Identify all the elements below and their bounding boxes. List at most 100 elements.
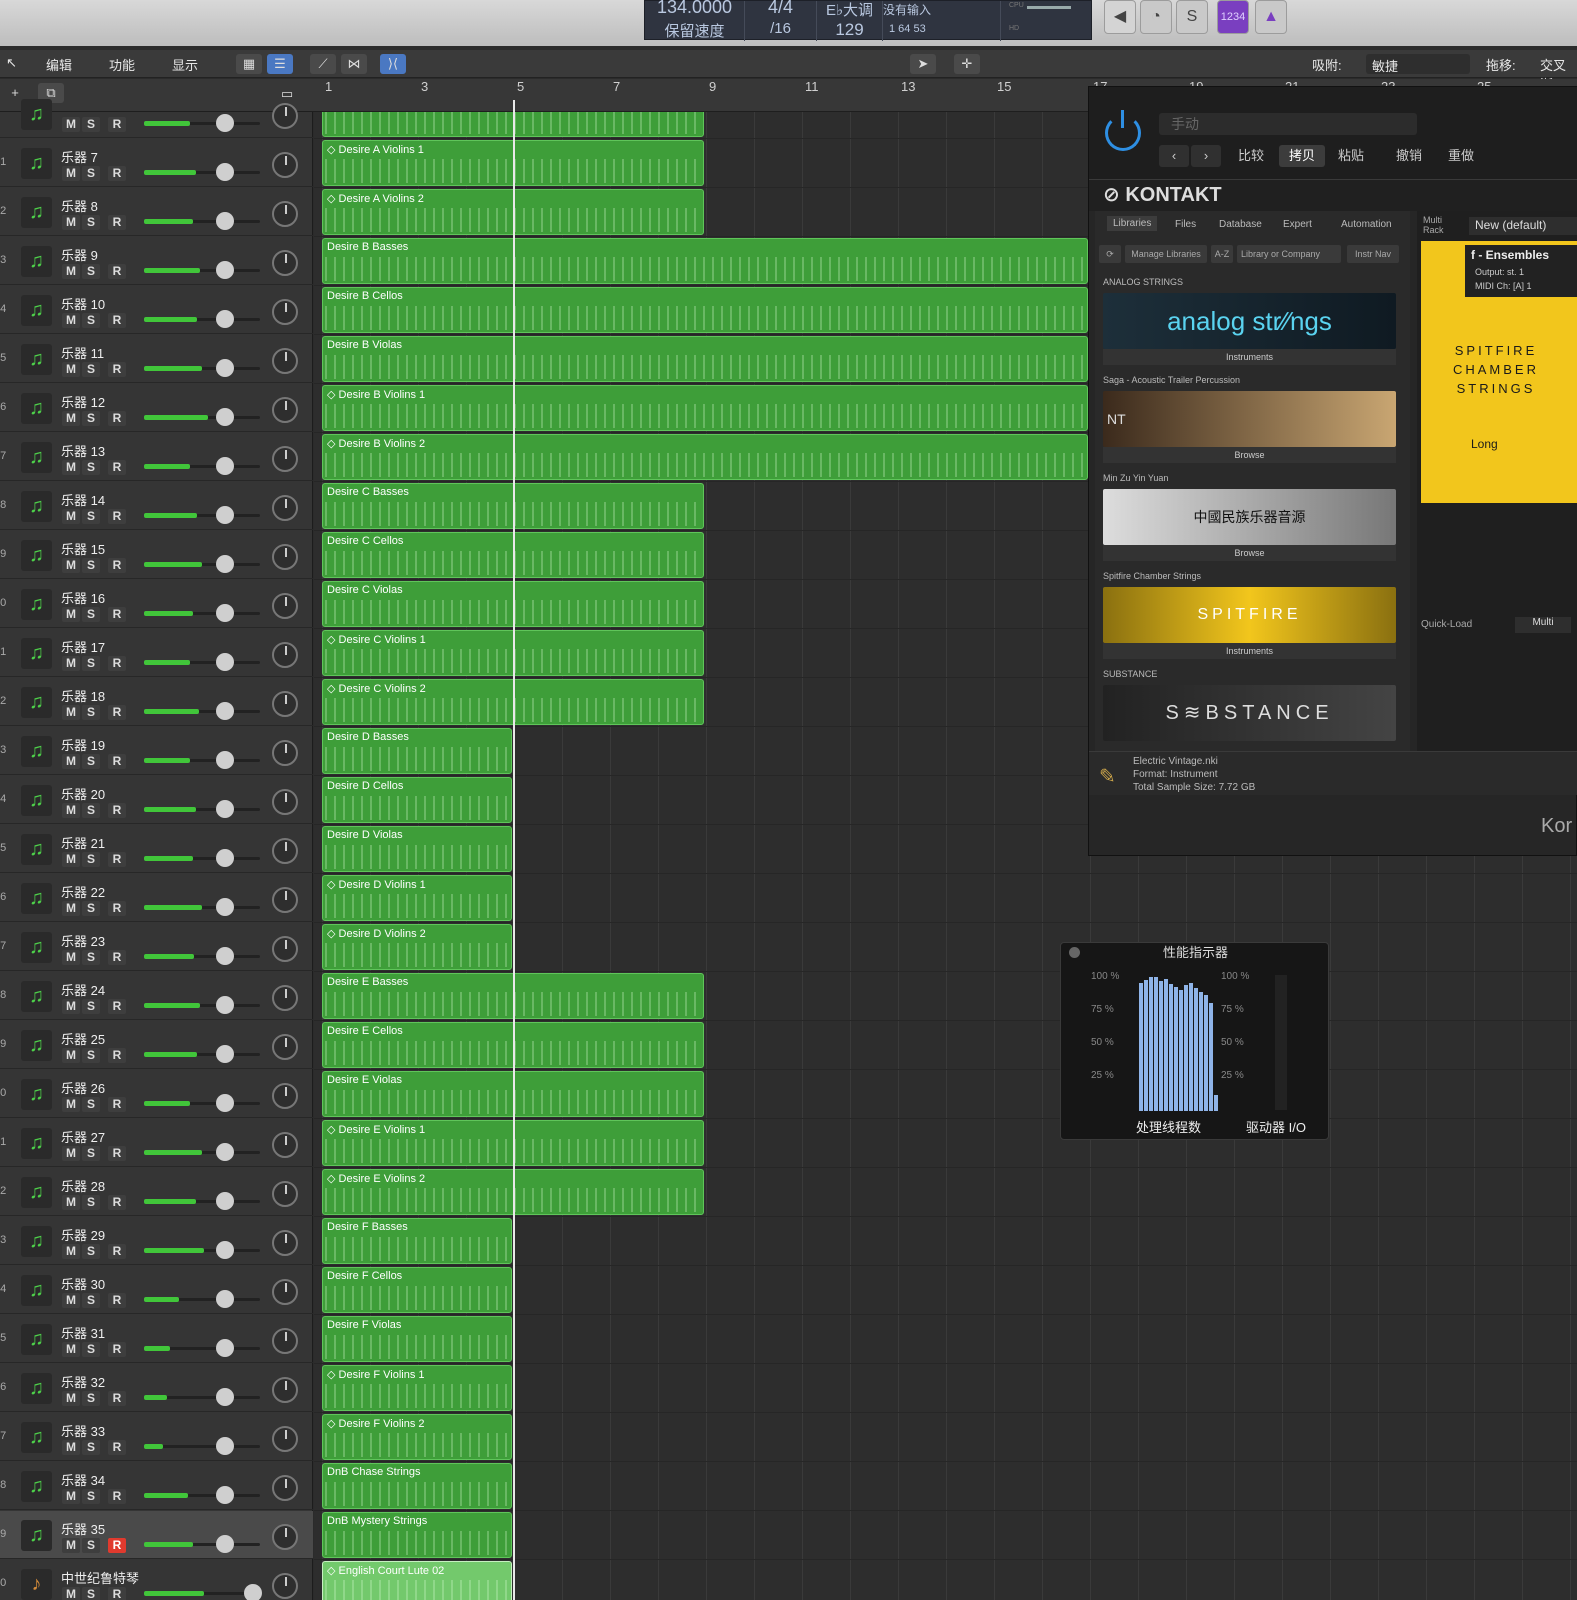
- volume-fader[interactable]: [144, 653, 260, 671]
- solo-button[interactable]: S: [82, 1146, 100, 1161]
- record-button[interactable]: R: [108, 1048, 126, 1063]
- volume-fader[interactable]: [144, 555, 260, 573]
- volume-fader[interactable]: [144, 1437, 260, 1455]
- music-note-icon[interactable]: ♫: [21, 442, 52, 473]
- record-button[interactable]: R: [108, 656, 126, 671]
- browser-tab[interactable]: Automation: [1341, 219, 1392, 230]
- track-header[interactable]: 46 ♫ 乐器 12MSR: [0, 384, 313, 432]
- crosshair-tool-icon[interactable]: ✛: [954, 54, 980, 74]
- sort-az-button[interactable]: A-Z: [1211, 245, 1233, 263]
- music-note-icon[interactable]: ♫: [21, 1177, 52, 1208]
- pan-knob[interactable]: [272, 152, 298, 178]
- solo-button[interactable]: S: [82, 362, 100, 377]
- music-note-icon[interactable]: ♫: [21, 589, 52, 620]
- cpu-meter[interactable]: CPU HD: [1000, 1, 1075, 41]
- track-name[interactable]: 乐器 8: [61, 196, 98, 215]
- music-note-icon[interactable]: ♫: [21, 148, 52, 179]
- midi-region[interactable]: ◇ Desire F Violins 2: [322, 1414, 512, 1460]
- volume-fader[interactable]: [144, 1094, 260, 1112]
- flex-icon[interactable]: ⋈: [341, 54, 367, 74]
- track-name[interactable]: 乐器 14: [61, 490, 105, 509]
- pan-knob[interactable]: [272, 691, 298, 717]
- track-header[interactable]: 59 ♫ 乐器 25MSR: [0, 1021, 313, 1069]
- record-button[interactable]: R: [108, 558, 126, 573]
- solo-button[interactable]: S: [82, 117, 100, 132]
- mute-button[interactable]: M: [62, 509, 80, 524]
- volume-fader[interactable]: [144, 457, 260, 475]
- solo-button[interactable]: S: [82, 705, 100, 720]
- pan-knob[interactable]: [272, 1573, 298, 1599]
- record-button[interactable]: R: [108, 999, 126, 1014]
- pan-knob[interactable]: [272, 397, 298, 423]
- edit-menu[interactable]: 编辑: [46, 55, 72, 74]
- track-name[interactable]: 乐器 9: [61, 245, 98, 264]
- volume-fader[interactable]: [144, 506, 260, 524]
- mute-button[interactable]: M: [62, 411, 80, 426]
- track-header[interactable]: 63 ♫ 乐器 29MSR: [0, 1217, 313, 1265]
- midi-region[interactable]: Desire F Basses: [322, 1218, 512, 1264]
- midi-channel-select[interactable]: MIDI Ch: [A] 1: [1475, 281, 1532, 291]
- record-button[interactable]: R: [108, 705, 126, 720]
- track-name[interactable]: 乐器 20: [61, 784, 105, 803]
- track-name[interactable]: 乐器 13: [61, 441, 105, 460]
- midi-region[interactable]: DnB Mystery Strings: [322, 1512, 512, 1558]
- fader-knob[interactable]: [216, 947, 234, 965]
- track-header[interactable]: 50 ♫ 乐器 16MSR: [0, 580, 313, 628]
- library-entry[interactable]: ANALOG STRINGS analog str∕∕ngs Instruments: [1103, 277, 1396, 365]
- track-name[interactable]: 乐器 26: [61, 1078, 105, 1097]
- track-header[interactable]: ♫ M S R: [0, 90, 313, 138]
- playhead[interactable]: [513, 100, 515, 1600]
- midi-region[interactable]: ◇ Desire F Violins 1: [322, 1365, 512, 1411]
- record-button[interactable]: R: [108, 1195, 126, 1210]
- solo-button[interactable]: S: [82, 411, 100, 426]
- mute-button[interactable]: M: [62, 607, 80, 622]
- solo-button[interactable]: S: [82, 1489, 100, 1504]
- mute-button[interactable]: M: [62, 1342, 80, 1357]
- music-note-icon[interactable]: ♫: [21, 1324, 52, 1355]
- fader-knob[interactable]: [216, 310, 234, 328]
- solo-button[interactable]: S: [82, 803, 100, 818]
- pan-knob[interactable]: [272, 1377, 298, 1403]
- mute-button[interactable]: M: [62, 1048, 80, 1063]
- pan-knob[interactable]: [272, 642, 298, 668]
- fader-knob[interactable]: [216, 506, 234, 524]
- fader-knob[interactable]: [216, 1486, 234, 1504]
- instr-nav-button[interactable]: Instr Nav: [1347, 245, 1399, 263]
- library-banner[interactable]: analog str∕∕ngs: [1103, 293, 1396, 349]
- track-name[interactable]: 乐器 23: [61, 931, 105, 950]
- solo-button[interactable]: S: [82, 999, 100, 1014]
- pan-knob[interactable]: [272, 348, 298, 374]
- spitfire-instrument-panel[interactable]: f - Ensembles Output: st. 1 MIDI Ch: [A]…: [1421, 241, 1577, 503]
- pan-knob[interactable]: [272, 446, 298, 472]
- track-name[interactable]: 乐器 7: [61, 147, 98, 166]
- pan-knob[interactable]: [272, 299, 298, 325]
- record-button[interactable]: R: [108, 1097, 126, 1112]
- time-signature[interactable]: 4/4: [745, 0, 816, 18]
- track-header[interactable]: 67 ♫ 乐器 33MSR: [0, 1413, 313, 1461]
- pan-knob[interactable]: [272, 1328, 298, 1354]
- record-button[interactable]: R: [108, 901, 126, 916]
- solo-button[interactable]: S: [82, 215, 100, 230]
- library-button[interactable]: Browse: [1103, 545, 1396, 561]
- solo-button[interactable]: S: [82, 1391, 100, 1406]
- track-header[interactable]: 68 ♫ 乐器 34MSR: [0, 1462, 313, 1510]
- solo-button[interactable]: S: [82, 607, 100, 622]
- solo-button[interactable]: S: [82, 1048, 100, 1063]
- track-header[interactable]: 62 ♫ 乐器 28MSR: [0, 1168, 313, 1216]
- track-header[interactable]: 51 ♫ 乐器 17MSR: [0, 629, 313, 677]
- volume-fader[interactable]: [144, 604, 260, 622]
- fader-knob[interactable]: [216, 555, 234, 573]
- solo-button[interactable]: S: [82, 558, 100, 573]
- quick-load-multi-button[interactable]: Multi: [1515, 617, 1571, 633]
- music-note-icon[interactable]: ♫: [21, 736, 52, 767]
- pan-knob[interactable]: [272, 1132, 298, 1158]
- track-header[interactable]: 56 ♫ 乐器 22MSR: [0, 874, 313, 922]
- volume-fader[interactable]: [144, 1045, 260, 1063]
- fader-knob[interactable]: [216, 702, 234, 720]
- mute-button[interactable]: M: [62, 362, 80, 377]
- mute-button[interactable]: M: [62, 705, 80, 720]
- count-in-badge[interactable]: 1234: [1217, 0, 1249, 34]
- pan-knob[interactable]: [272, 1426, 298, 1452]
- midi-region[interactable]: ◇ Desire B Violins 1: [322, 385, 1088, 431]
- fader-knob[interactable]: [216, 996, 234, 1014]
